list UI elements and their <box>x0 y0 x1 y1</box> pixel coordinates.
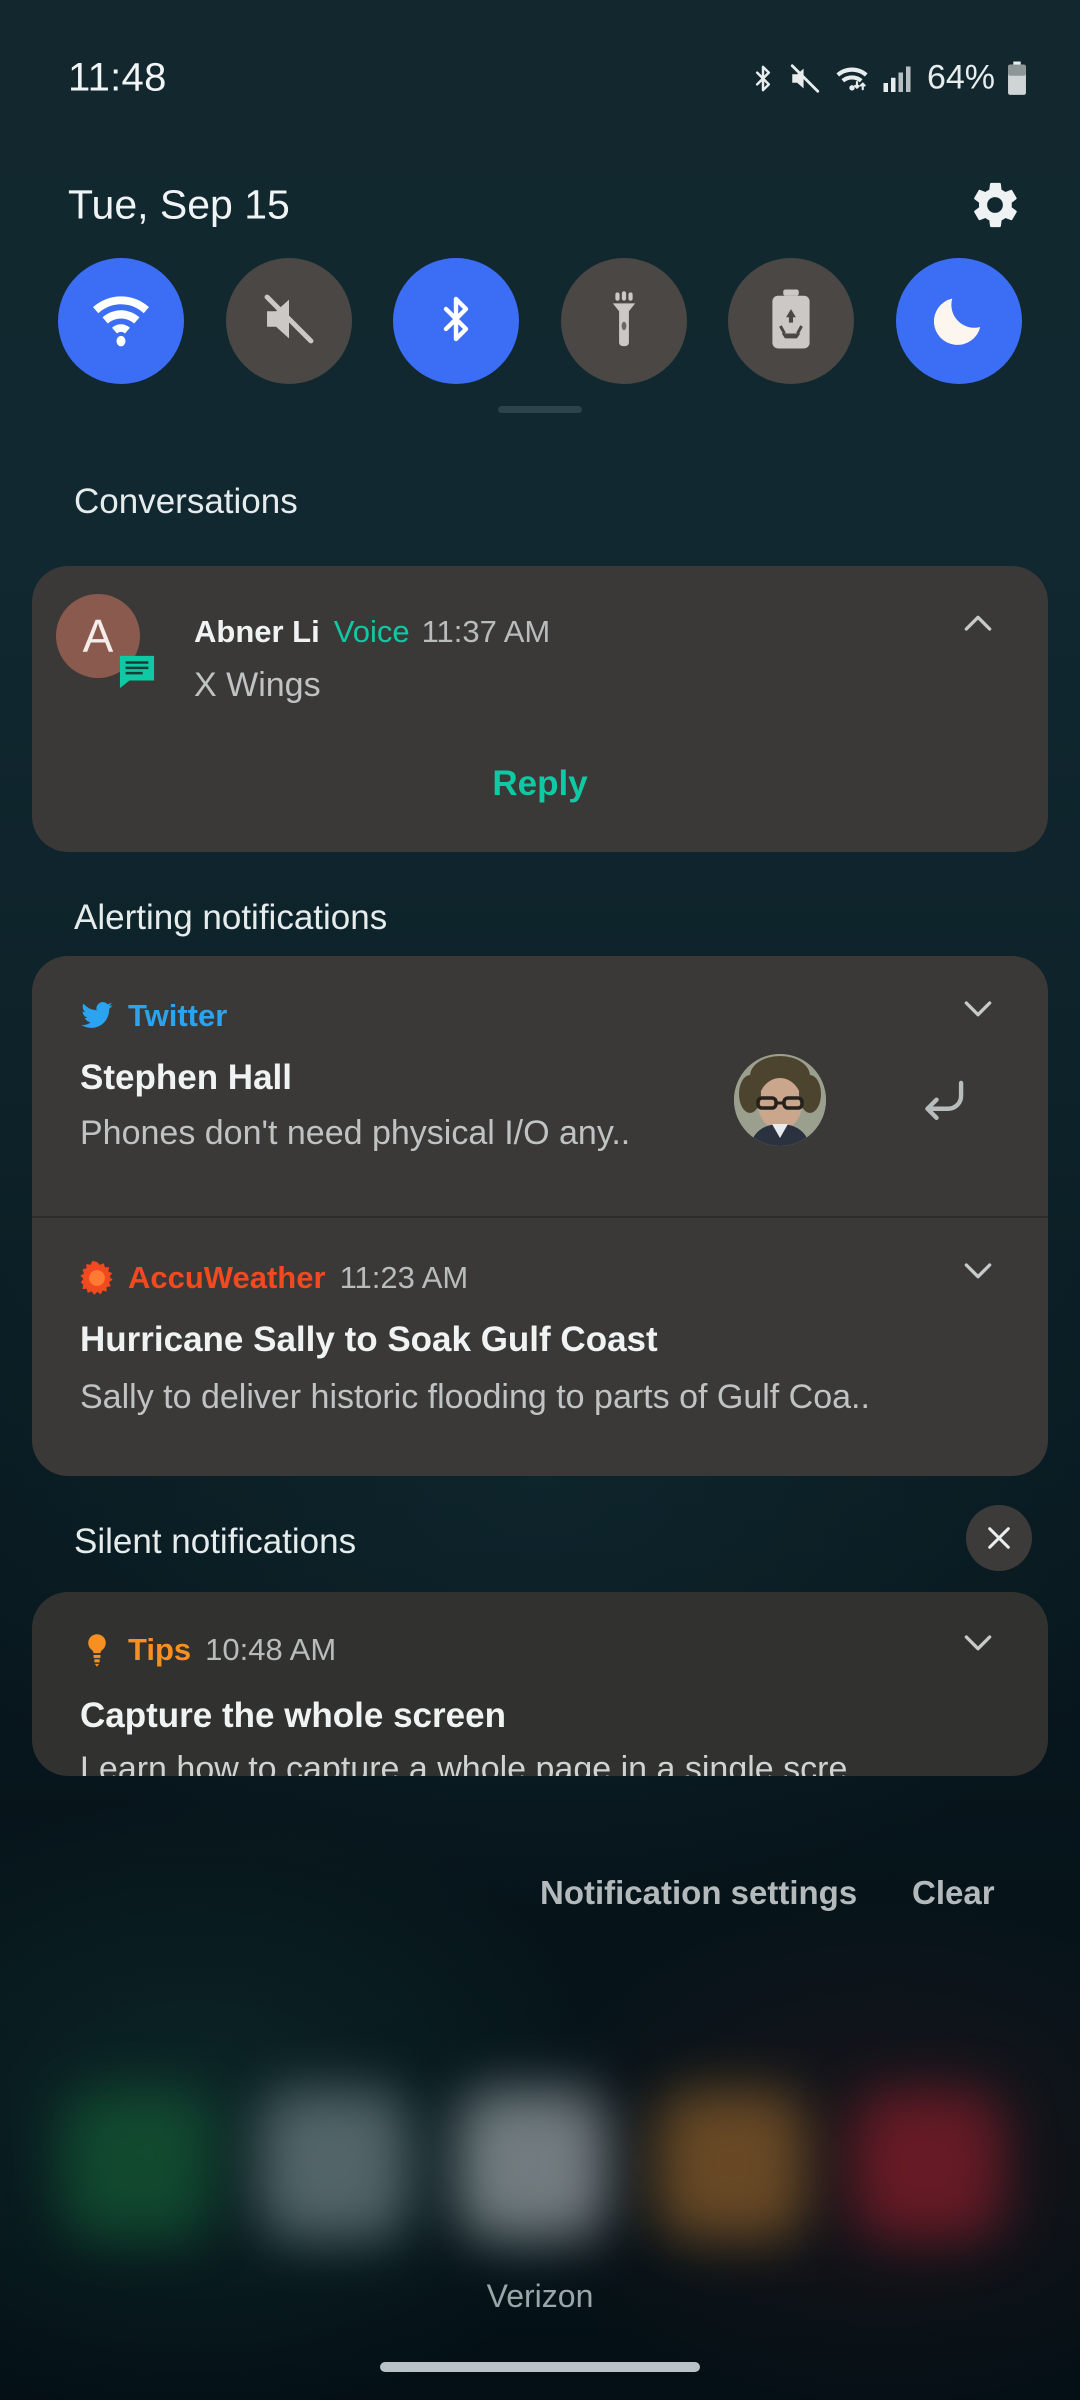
wallpaper-dock-blur <box>0 2080 1080 2250</box>
reply-arrow-icon[interactable] <box>912 1070 974 1132</box>
chevron-down-icon[interactable] <box>958 1250 998 1290</box>
twitter-notification-body: Phones don't need physical I/O any.. <box>80 1114 630 1153</box>
status-bar-clock: 11:48 <box>68 56 167 101</box>
chevron-down-icon[interactable] <box>958 988 998 1028</box>
close-icon[interactable] <box>966 1505 1032 1571</box>
conversation-notification-card[interactable]: A Abner Li Voice 11:37 AM X Wings Reply <box>32 566 1048 852</box>
volume-mute-icon <box>788 61 822 95</box>
notification-settings-button[interactable]: Notification settings <box>540 1874 857 1912</box>
tips-notification-title: Capture the whole screen <box>80 1696 506 1736</box>
bluetooth-icon <box>749 60 777 96</box>
bluetooth-icon <box>432 286 480 357</box>
wifi-icon <box>833 61 871 95</box>
qs-tile-wifi[interactable] <box>58 258 184 384</box>
cell-signal-icon <box>882 63 912 93</box>
qs-tile-do-not-disturb[interactable] <box>896 258 1022 384</box>
conversation-app-label: Voice <box>334 614 410 650</box>
qs-tile-flashlight[interactable] <box>561 258 687 384</box>
shade-footer: Notification settings Clear <box>0 1874 1080 1926</box>
message-icon <box>118 654 156 690</box>
accuweather-time: 11:23 AM <box>340 1260 469 1296</box>
moon-icon <box>929 288 989 355</box>
tips-notification-card[interactable]: Tips 10:48 AM Capture the whole screen L… <box>32 1592 1048 1776</box>
gear-icon[interactable] <box>968 178 1022 232</box>
conversation-sender: Abner Li <box>194 614 320 650</box>
accuweather-notification-title: Hurricane Sally to Soak Gulf Coast <box>80 1320 658 1360</box>
accuweather-notification-body: Sally to deliver historic flooding to pa… <box>80 1378 870 1417</box>
section-header-silent: Silent notifications <box>74 1522 356 1562</box>
shade-drag-handle[interactable] <box>498 406 582 413</box>
twitter-sender-photo <box>734 1054 826 1146</box>
tips-notification-body: Learn how to capture a whole page in a s… <box>80 1750 847 1776</box>
battery-icon <box>1006 61 1028 95</box>
status-bar-icons: 64% <box>749 59 1028 98</box>
wifi-icon <box>88 290 154 353</box>
twitter-app-name: Twitter <box>128 998 227 1034</box>
battery-saver-icon <box>767 288 815 355</box>
date-label: Tue, Sep 15 <box>68 182 290 229</box>
alerting-notification-group: Twitter Stephen Hall Phones don't need p… <box>32 956 1048 1476</box>
notification-shade-screen: 11:48 <box>0 0 1080 2400</box>
battery-percent-label: 64% <box>927 59 995 98</box>
clear-all-button[interactable]: Clear <box>912 1874 995 1912</box>
sun-icon <box>80 1261 114 1295</box>
shade-header: Tue, Sep 15 <box>0 160 1080 250</box>
volume-mute-icon <box>258 288 320 355</box>
conversation-message: X Wings <box>194 666 321 705</box>
reply-button[interactable]: Reply <box>32 764 1048 804</box>
chevron-up-icon[interactable] <box>958 604 998 644</box>
lightbulb-icon <box>80 1633 114 1667</box>
accuweather-notification[interactable]: AccuWeather 11:23 AM Hurricane Sally to … <box>32 1218 1048 1476</box>
chevron-down-icon[interactable] <box>958 1622 998 1662</box>
twitter-notification-title: Stephen Hall <box>80 1058 292 1098</box>
twitter-notification[interactable]: Twitter Stephen Hall Phones don't need p… <box>32 956 1048 1216</box>
accuweather-app-name: AccuWeather <box>128 1260 326 1296</box>
section-header-conversations: Conversations <box>74 482 298 522</box>
conversation-time: 11:37 AM <box>422 614 551 650</box>
status-bar: 11:48 <box>0 0 1080 120</box>
tips-app-name: Tips <box>128 1632 191 1668</box>
avatar-letter: A <box>83 609 114 663</box>
qs-tile-battery-saver[interactable] <box>728 258 854 384</box>
carrier-label: Verizon <box>0 2278 1080 2315</box>
qs-tile-bluetooth[interactable] <box>393 258 519 384</box>
section-header-alerting: Alerting notifications <box>74 898 387 938</box>
home-gesture-bar[interactable] <box>380 2362 700 2372</box>
quick-settings-row <box>0 258 1080 384</box>
flashlight-icon <box>596 287 652 356</box>
tips-time: 10:48 AM <box>205 1632 336 1668</box>
twitter-bird-icon <box>80 999 114 1033</box>
qs-tile-sound[interactable] <box>226 258 352 384</box>
